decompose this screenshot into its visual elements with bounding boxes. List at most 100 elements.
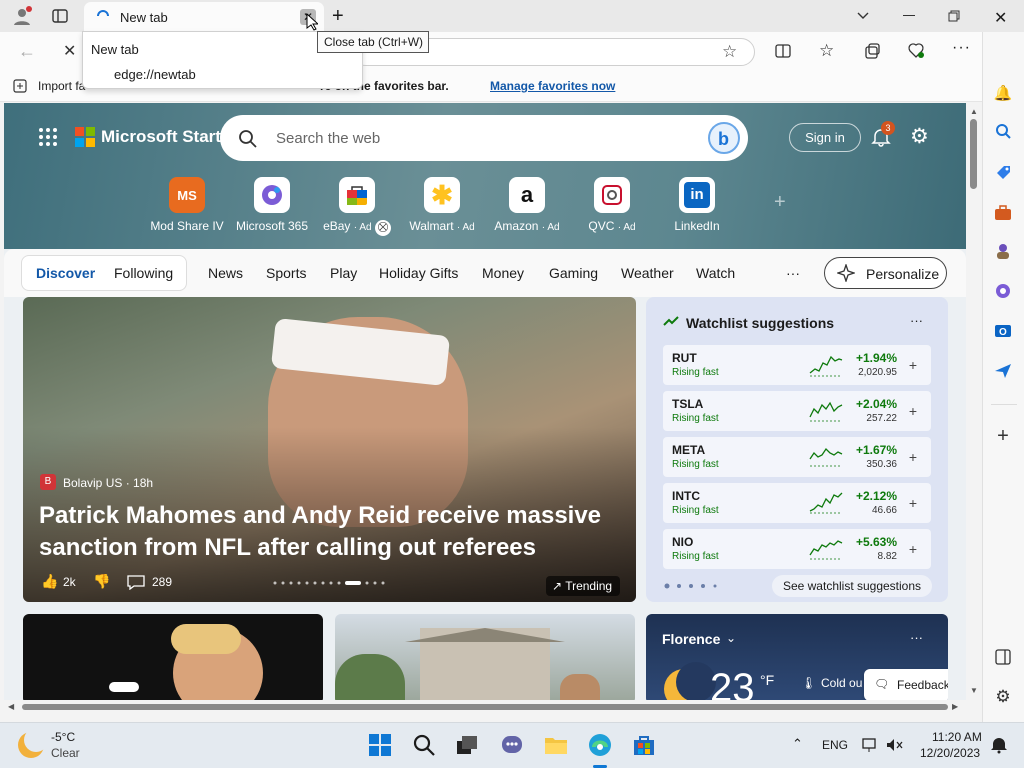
watchlist-row-tsla[interactable]: TSLA Rising fast +2.04% 257.22 +: [663, 391, 931, 431]
nav-holiday-gifts[interactable]: Holiday Gifts: [379, 265, 458, 281]
quick-link-qvc[interactable]: QVC · Ad: [571, 177, 653, 233]
nav-sports[interactable]: Sports: [266, 265, 306, 281]
news-card-1[interactable]: [23, 614, 323, 700]
carousel-dots[interactable]: [273, 581, 388, 585]
web-search-box[interactable]: Search the web b: [220, 115, 748, 161]
manage-favorites-link[interactable]: Manage favorites now: [490, 79, 615, 93]
watchlist-row-nio[interactable]: NIO Rising fast +5.63% 8.82 +: [663, 529, 931, 569]
add-to-watchlist-button[interactable]: +: [905, 495, 921, 511]
scroll-up-arrow[interactable]: ▲: [970, 107, 978, 116]
input-language[interactable]: ENG: [822, 738, 848, 752]
taskbar-weather-temp[interactable]: -5°C: [51, 730, 75, 744]
nav-watch[interactable]: Watch: [696, 265, 735, 281]
city-dropdown-icon[interactable]: ⌄: [726, 631, 736, 645]
browser-essentials-icon[interactable]: [907, 42, 925, 60]
notifications-bell-icon[interactable]: 🔔: [992, 82, 1014, 104]
see-watchlist-suggestions-button[interactable]: See watchlist suggestions: [772, 575, 932, 597]
add-to-watchlist-button[interactable]: +: [905, 403, 921, 419]
watchlist-row-rut[interactable]: RUT Rising fast +1.94% 2,020.95 +: [663, 345, 931, 385]
clock-time[interactable]: 11:20 AM: [932, 730, 982, 744]
app-launcher-icon[interactable]: [38, 127, 58, 147]
drop-icon[interactable]: [992, 360, 1014, 382]
weather-more-button[interactable]: ···: [910, 630, 923, 645]
collections-icon[interactable]: [864, 43, 880, 59]
story-source[interactable]: Bolavip US · 18h: [63, 476, 153, 490]
story-headline[interactable]: Patrick Mahomes and Andy Reid receive ma…: [39, 500, 629, 564]
watchlist-more-button[interactable]: ···: [910, 313, 923, 328]
scroll-left-arrow[interactable]: ◀: [8, 702, 14, 711]
watchlist-row-meta[interactable]: META Rising fast +1.67% 350.36 +: [663, 437, 931, 477]
file-explorer-icon[interactable]: [543, 732, 569, 758]
task-view-icon[interactable]: [454, 732, 480, 758]
microsoft-store-icon[interactable]: [631, 732, 657, 758]
teams-chat-icon[interactable]: [499, 732, 525, 758]
stop-button[interactable]: ✕: [63, 41, 76, 61]
shopping-icon[interactable]: [992, 162, 1014, 184]
profile-icon[interactable]: [12, 6, 32, 26]
horizontal-scroll-thumb[interactable]: [22, 704, 948, 710]
favorites-icon[interactable]: ☆: [819, 41, 834, 61]
microsoft-365-icon[interactable]: [992, 280, 1014, 302]
games-icon[interactable]: [992, 240, 1014, 262]
quick-link-mod-share[interactable]: MS Mod Share IV: [146, 177, 228, 233]
notification-center-icon[interactable]: [990, 736, 1008, 754]
nav-play[interactable]: Play: [330, 265, 357, 281]
horizontal-scrollbar[interactable]: ◀ ▶: [4, 700, 966, 714]
quick-link-microsoft-365[interactable]: Microsoft 365: [231, 177, 313, 233]
edge-taskbar-icon[interactable]: [587, 732, 613, 758]
scroll-right-arrow[interactable]: ▶: [952, 702, 958, 711]
weather-card[interactable]: Florence ⌄ ··· 23 °F 🌡 Cold ou 🗨 Feedbac…: [646, 614, 948, 700]
split-screen-icon[interactable]: [775, 43, 791, 59]
tools-icon[interactable]: [992, 202, 1014, 224]
hide-sidebar-icon[interactable]: [992, 646, 1014, 668]
settings-and-more-button[interactable]: ···: [952, 39, 971, 57]
network-icon[interactable]: [862, 736, 880, 754]
tab-new-tab[interactable]: New tab ✕: [84, 2, 324, 32]
scroll-down-arrow[interactable]: ▼: [970, 686, 978, 695]
weather-city[interactable]: Florence: [662, 631, 720, 647]
quick-link-linkedin[interactable]: in LinkedIn: [656, 177, 738, 233]
watchlist-pager-dots[interactable]: [664, 583, 718, 589]
personalize-button[interactable]: Personalize: [824, 257, 947, 289]
clock-date[interactable]: 12/20/2023: [920, 746, 980, 760]
volume-muted-icon[interactable]: [885, 736, 903, 754]
quick-link-walmart[interactable]: ✱ Walmart · Ad: [401, 177, 483, 233]
close-window-button[interactable]: ✕: [994, 8, 1007, 28]
start-button[interactable]: [367, 732, 393, 758]
vertical-scroll-thumb[interactable]: [970, 119, 977, 189]
nav-more-button[interactable]: ···: [786, 265, 800, 281]
like-button[interactable]: 👍: [41, 573, 58, 590]
search-sidebar-icon[interactable]: [992, 120, 1014, 142]
cart-icon[interactable]: ⛒: [374, 220, 391, 236]
tab-following[interactable]: Following: [114, 265, 173, 281]
new-tab-button[interactable]: +: [332, 6, 344, 26]
nav-money[interactable]: Money: [482, 265, 524, 281]
add-to-watchlist-button[interactable]: +: [905, 357, 921, 373]
comment-icon[interactable]: [127, 574, 145, 590]
quick-link-amazon[interactable]: a Amazon · Ad: [486, 177, 568, 233]
bing-chat-icon[interactable]: b: [708, 122, 740, 154]
add-to-watchlist-button[interactable]: +: [905, 541, 921, 557]
weather-unit[interactable]: °F: [760, 672, 774, 688]
restore-button[interactable]: [948, 10, 960, 22]
outlook-icon[interactable]: O: [992, 320, 1014, 342]
add-to-watchlist-button[interactable]: +: [905, 449, 921, 465]
quick-link-ebay[interactable]: eBay · Ad ⛒: [316, 177, 398, 236]
news-card-2[interactable]: [335, 614, 635, 700]
add-favorite-icon[interactable]: ☆: [722, 42, 737, 62]
tab-search-icon[interactable]: [856, 8, 870, 22]
sign-in-button[interactable]: Sign in: [789, 123, 861, 152]
watchlist-row-intc[interactable]: INTC Rising fast +2.12% 46.66 +: [663, 483, 931, 523]
nav-gaming[interactable]: Gaming: [549, 265, 598, 281]
microsoft-start-logo-text[interactable]: Microsoft Start: [101, 127, 221, 147]
import-favorites-link[interactable]: Import fa: [38, 79, 85, 93]
minimize-button[interactable]: [903, 15, 915, 16]
dislike-button[interactable]: 👎: [93, 573, 110, 590]
add-sidebar-app-button[interactable]: +: [992, 425, 1014, 447]
show-hidden-icons-button[interactable]: ⌃: [792, 736, 803, 752]
tab-discover[interactable]: Discover: [36, 265, 95, 281]
nav-news[interactable]: News: [208, 265, 243, 281]
back-button[interactable]: ←: [18, 41, 36, 62]
feedback-button[interactable]: 🗨 Feedback: [864, 669, 948, 700]
page-settings-icon[interactable]: ⚙: [910, 124, 929, 149]
